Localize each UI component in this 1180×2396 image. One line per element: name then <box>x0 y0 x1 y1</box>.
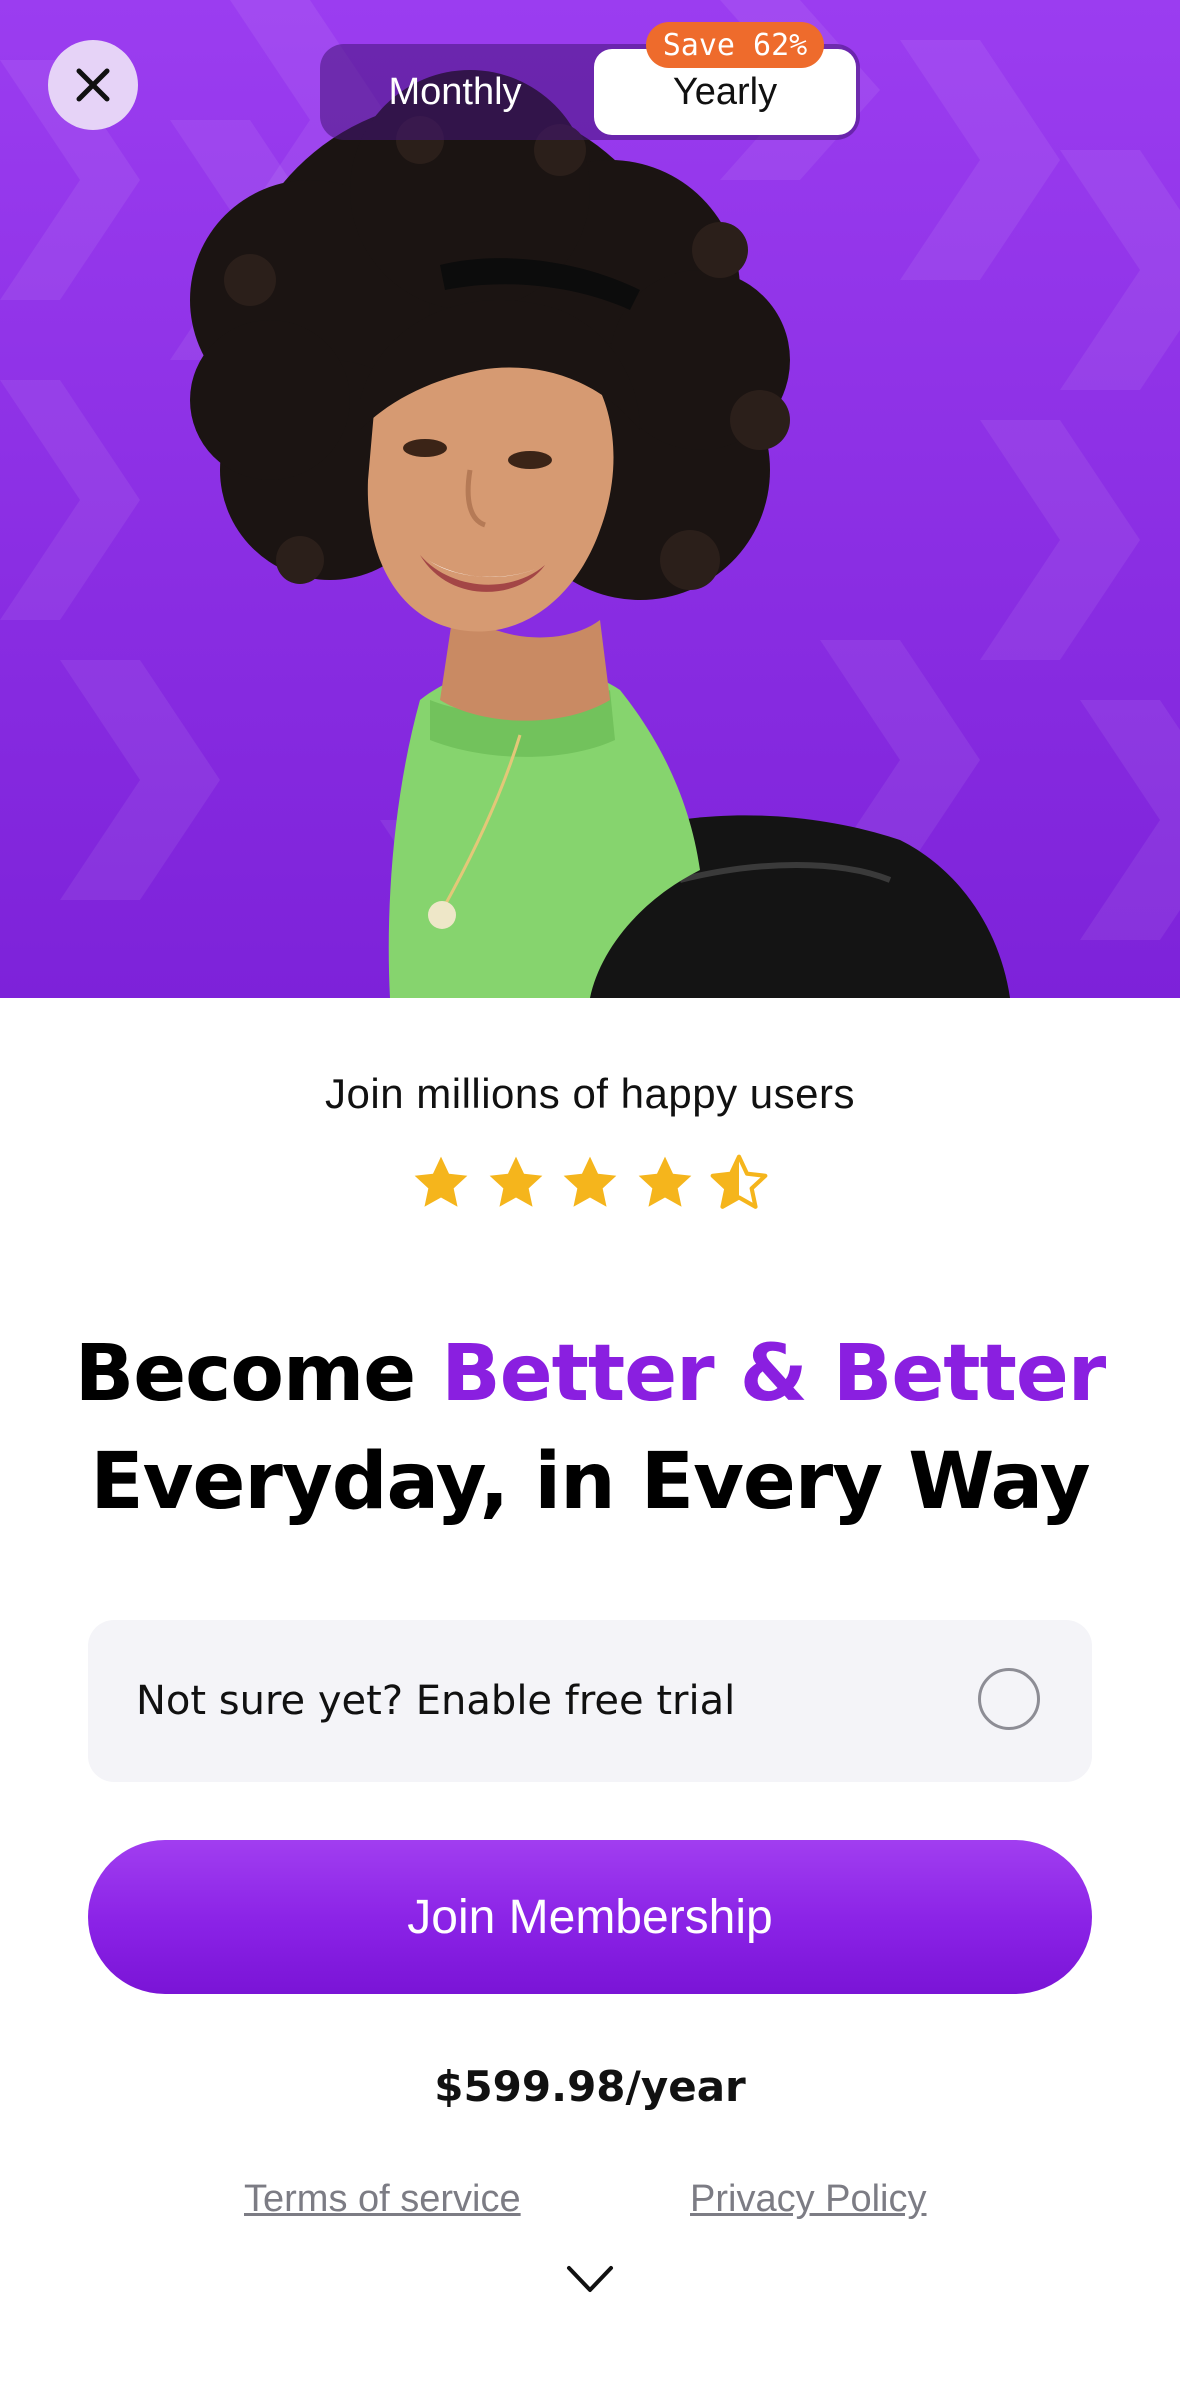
headline-line-2: Everyday, in Every Way <box>90 1437 1090 1527</box>
free-trial-radio[interactable] <box>978 1668 1040 1730</box>
join-membership-button[interactable]: Join Membership <box>88 1840 1092 1994</box>
star-full-icon <box>489 1156 542 1207</box>
close-button[interactable] <box>48 40 138 130</box>
star-full-icon <box>638 1156 691 1207</box>
toggle-monthly[interactable]: Monthly <box>320 44 590 140</box>
social-proof-text: Join millions of happy users <box>325 1070 855 1117</box>
save-badge: Save 62% <box>646 22 824 68</box>
headline-part-1: Become <box>74 1329 442 1419</box>
headline-line-1: Become Better & Better <box>0 1320 1180 1428</box>
star-full-icon <box>563 1156 617 1207</box>
close-icon <box>76 68 110 102</box>
hero-banner: Monthly Yearly Save 62% <box>0 0 1180 998</box>
headline-accent: Better & Better <box>441 1329 1106 1419</box>
paywall-screen: Monthly Yearly Save 62% Join millions of… <box>0 0 1180 2396</box>
privacy-policy-link[interactable]: Privacy Policy <box>690 2178 927 2221</box>
terms-of-service-link[interactable]: Terms of service <box>244 2178 521 2221</box>
star-full-icon <box>414 1156 468 1207</box>
price-text: $599.98/year <box>434 2062 746 2111</box>
chevron-down-icon[interactable] <box>565 2262 615 2296</box>
free-trial-row[interactable]: Not sure yet? Enable free trial <box>88 1620 1092 1782</box>
rating-stars <box>410 1152 770 1218</box>
star-half-icon <box>710 1154 768 1209</box>
headline: Become Better & Better Everyday, in Ever… <box>0 1320 1180 1536</box>
hero-person-photo <box>190 70 1010 998</box>
free-trial-label: Not sure yet? Enable free trial <box>136 1678 736 1724</box>
